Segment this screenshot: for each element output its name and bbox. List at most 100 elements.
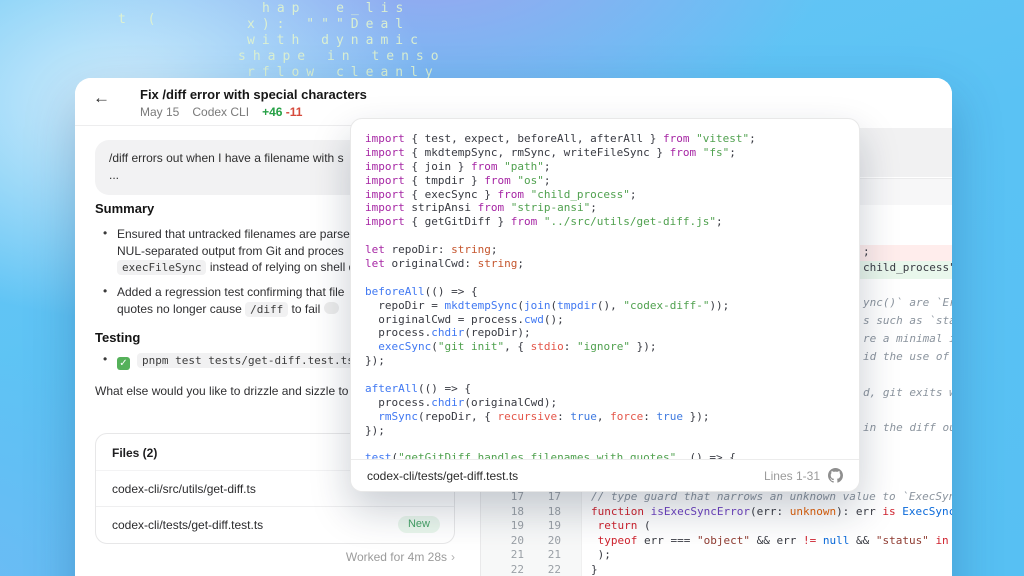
- worked-duration-link[interactable]: Worked for 4m 28s ›: [95, 550, 455, 564]
- code-token: { join }: [411, 159, 471, 173]
- code-preview-popover: import { test, expect, beforeAll, afterA…: [350, 118, 860, 492]
- code-line: });: [365, 354, 853, 368]
- code-token: (() => {: [417, 382, 471, 396]
- code-line: import { test, expect, beforeAll, afterA…: [365, 132, 853, 146]
- code-token: err ===: [637, 534, 697, 547]
- code-token: &&: [849, 534, 876, 547]
- code-line: execSync("git init", { stdio: "ignore" }…: [365, 340, 853, 354]
- code-token: string: [451, 243, 491, 257]
- inline-code-chip[interactable]: /diff: [245, 301, 289, 317]
- code-token: "strip-ansi": [510, 201, 591, 215]
- code-token: :: [563, 340, 577, 354]
- code-token: function: [591, 505, 651, 518]
- code-line: let repoDir: string;: [365, 243, 853, 257]
- bullet-dot: •: [103, 284, 108, 298]
- bullet-line: NUL-separated output from Git and proces: [117, 243, 355, 260]
- code-line: rmSync(repoDir, { recursive: true, force…: [365, 410, 853, 424]
- code-token: && err: [749, 534, 803, 547]
- code-token: true: [656, 409, 683, 423]
- reference-chip[interactable]: [323, 301, 339, 314]
- background-code-text: hap e_lis: [262, 1, 411, 16]
- diff-code-row: 21 21 );: [481, 548, 952, 563]
- line-number: 22: [510, 563, 524, 576]
- summary-heading: Summary: [95, 201, 155, 216]
- github-icon[interactable]: [828, 468, 843, 483]
- code-token: });: [365, 354, 385, 368]
- code-token: is: [882, 505, 896, 518]
- code-token: from: [510, 215, 544, 229]
- code-token: stdio: [530, 340, 564, 354]
- code-token: (: [431, 340, 438, 354]
- code-token: string: [477, 257, 518, 271]
- code-token: { getGitDiff }: [411, 215, 511, 229]
- line-number: 19: [510, 519, 524, 532]
- file-row[interactable]: codex-cli/tests/get-diff.test.ts New: [96, 506, 454, 542]
- task-date: May 15: [140, 105, 180, 119]
- code-token: import: [365, 173, 412, 187]
- inline-code-chip[interactable]: execFileSync: [117, 260, 207, 275]
- code-token: ;: [716, 215, 723, 229]
- task-meta: May 15 Codex CLI +46 -11: [140, 105, 302, 119]
- code-token: ;: [590, 201, 597, 215]
- code-line: beforeAll(() => {: [365, 285, 853, 299]
- code-token: instead of relying on shell q: [206, 260, 356, 274]
- code-token: beforeAll: [365, 284, 425, 298]
- code-token: (originalCwd);: [464, 395, 558, 409]
- code-token: (() => {: [424, 284, 478, 298]
- code-token: process.: [365, 395, 432, 409]
- code-token: NUL-separated output from Git and proces: [117, 243, 344, 258]
- prompt-text: /diff errors out when I have a filename …: [109, 151, 344, 165]
- bullet-line: quotes no longer cause /diff to fail: [117, 301, 344, 318]
- inline-code-chip[interactable]: pnpm test tests/get-diff.test.ts: [137, 353, 359, 368]
- code-token: ;: [517, 257, 524, 271]
- code-token: from: [497, 187, 531, 201]
- prompt-ellipsis: ...: [109, 168, 120, 182]
- code-line: import { execSync } from "child_process"…: [365, 188, 853, 202]
- code-token: :: [557, 409, 571, 423]
- code-token: ;: [490, 243, 498, 257]
- code-token: unknown: [789, 505, 837, 518]
- file-path: codex-cli/src/utils/get-diff.ts: [112, 481, 256, 496]
- summary-bullet-2: • Added a regression test confirming tha…: [103, 284, 344, 317]
- code-token: repoDir:: [391, 243, 452, 257]
- code-token: stripAnsi: [411, 201, 478, 215]
- check-icon: ✓: [117, 357, 130, 370]
- chevron-right-icon: ›: [451, 550, 455, 564]
- code-token: id the use of `: [863, 350, 952, 363]
- code-token: { tmpdir }: [411, 173, 485, 187]
- code-line: import stripAnsi from "strip-ansi";: [365, 201, 853, 215]
- code-token: ;: [629, 187, 637, 201]
- code-token: from: [477, 201, 511, 215]
- line-number: 18: [547, 505, 561, 518]
- user-prompt-bubble[interactable]: /diff errors out when I have a filename …: [95, 140, 372, 195]
- preview-file-path: codex-cli/tests/get-diff.test.ts: [367, 468, 519, 483]
- code-token: "status": [875, 534, 929, 547]
- code-token: import: [365, 159, 412, 173]
- line-number: 21: [510, 548, 524, 561]
- code-token: (),: [596, 298, 624, 312]
- code-token: });: [682, 409, 710, 423]
- back-button[interactable]: ←: [93, 88, 110, 108]
- code-token: execSync: [378, 340, 432, 354]
- code-preview-body[interactable]: import { test, expect, beforeAll, afterA…: [365, 132, 853, 459]
- testing-bullet[interactable]: • ✓pnpm test tests/get-diff.test.ts›: [103, 352, 369, 370]
- background-code-text: t (: [118, 12, 163, 27]
- code-token: ;: [863, 245, 870, 258]
- diff-stats: +46 -11: [262, 105, 302, 119]
- code-line: let originalCwd: string;: [365, 257, 853, 271]
- diff-code-text: }: [561, 563, 598, 576]
- code-token: :: [643, 409, 657, 423]
- code-token: from: [484, 173, 518, 187]
- bullet-line: Added a regression test confirming that …: [117, 284, 344, 301]
- code-token: true: [570, 409, 597, 423]
- code-token: "git init": [437, 340, 505, 354]
- code-token: child_process";: [863, 261, 952, 274]
- code-token: force: [610, 409, 644, 423]
- code-token: from: [669, 145, 703, 159]
- code-token: chdir: [431, 326, 465, 340]
